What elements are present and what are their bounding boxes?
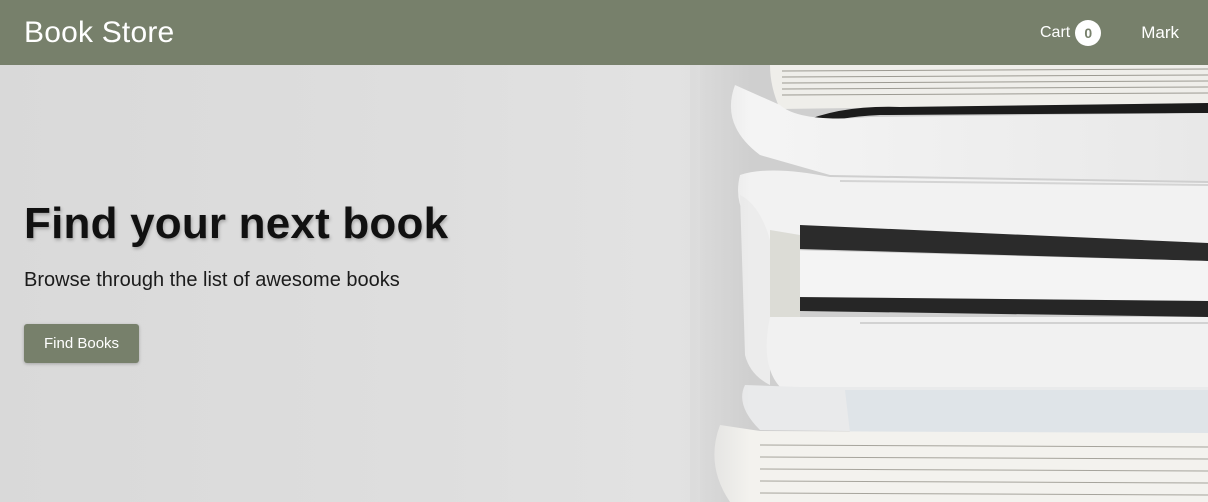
top-navbar: Book Store Cart 0 Mark: [0, 0, 1208, 65]
find-books-button[interactable]: Find Books: [24, 324, 140, 363]
hero-content: Find your next book Browse through the l…: [24, 199, 448, 363]
cart-label: Cart: [1039, 23, 1071, 41]
brand-logo[interactable]: Book Store: [24, 16, 174, 50]
cart-link[interactable]: Cart 0: [1039, 19, 1102, 46]
hero-title: Find your next book: [24, 199, 449, 248]
hero-banner: Find your next book Browse through the l…: [0, 65, 1208, 502]
hero-subtitle: Browse through the list of awesome books: [24, 269, 400, 291]
user-menu[interactable]: Mark: [1141, 23, 1179, 43]
nav-actions: Cart 0 Mark: [1039, 19, 1179, 46]
cart-count-badge: 0: [1075, 19, 1102, 46]
